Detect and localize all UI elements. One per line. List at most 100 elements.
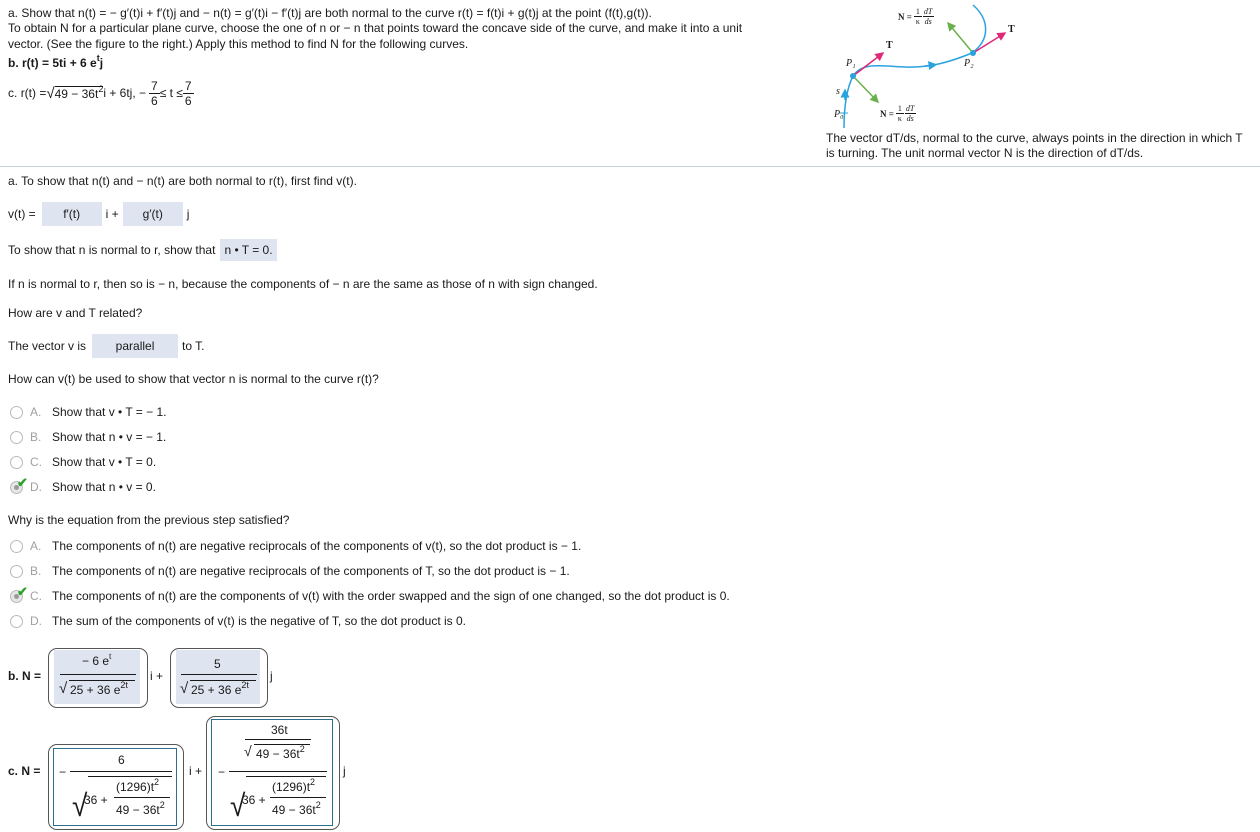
tangent-vector-p2 [972,32,1007,54]
frac-num: dT [905,104,915,113]
fraction-bar [245,739,311,740]
relation-question: How are v and T related? [8,306,143,320]
part-c-le: ≤ t ≤ [159,86,183,100]
checkmark-icon: ✔ [17,584,28,599]
part-b-label: b. [8,56,19,70]
part-c-j-suffix: j [343,764,346,778]
fraction: dT ds [904,104,916,123]
sup: 2 [315,800,321,810]
part-b-j-denominator: 25 + 36 e2t [191,680,249,697]
normal-label-bottom: N = 1κ dT ds [880,104,916,123]
show-normal-answer[interactable]: n • T = 0. [220,239,277,261]
text: 49 − 36t [116,803,160,817]
frac-den: κ [913,16,922,26]
frac-den: 6 [149,92,160,108]
option-text: The sum of the components of v(t) is the… [52,614,466,628]
relation-suffix: to T. [182,339,205,353]
sqrt-symbol: √ [59,680,68,697]
relation-answer[interactable]: parallel [92,334,179,358]
relation-prefix: The vector v is [8,339,87,353]
option-letter: D. [30,614,42,628]
fraction: 1κ [895,104,904,123]
fraction-bar [114,797,170,798]
radio-button[interactable] [10,406,23,419]
v-answer-j[interactable]: g′(t) [122,202,183,226]
part-c-sqrt: 49 − 36t2 [54,84,104,101]
part-c-i-sign: − [59,765,67,779]
sup: 2 [299,744,305,754]
part-b-curve: b. r(t) = 5ti + 6 etj [8,53,103,70]
part-c-i-den-36: 36 + [84,793,108,807]
part-c-label: c. [8,86,18,100]
text: (1296)t [116,780,155,794]
option-letter: A. [30,539,42,553]
radio-button[interactable] [10,431,23,444]
part-c-j-den-frac-num: (1296)t2 [272,777,315,794]
label-T2: T [1008,24,1015,35]
velocity-row: v(t) = f′(t) i + g′(t) j [8,202,189,226]
part-c-j-den-36: 36 + [242,793,266,807]
text: (1296)t [272,780,311,794]
normal-vector-p2 [947,21,974,54]
num-sup: t [109,651,112,661]
fraction-bar [270,797,326,798]
part-c-curve: c. r(t) = √ 49 − 36t2 i + 6tj, − 76 ≤ t ≤… [8,76,194,110]
fraction: 76 [182,78,194,108]
part-c-i-den-frac-num: (1296)t2 [116,777,160,794]
part-b-eq: r(t) = 5ti + 6 e [22,56,97,70]
den-text: 25 + 36 e [70,683,121,697]
part-b-label-N: b. N = [8,669,42,683]
den-sup: 2t [241,680,249,690]
fraction: 76 [149,79,160,108]
divider [0,166,1260,167]
part-c-i-suffix: i + [189,764,203,778]
sup: 2 [159,800,165,810]
sqrt-symbol: √ [46,84,55,102]
part-c-j-num-sqrt: 49 − 36t2 [256,744,305,761]
part-c-pre: r(t) = [20,86,47,100]
radio-button[interactable] [10,540,23,553]
part-c-j-den-frac-den: 49 − 36t2 [272,800,321,817]
part-c-sqrt-text: 49 − 36t [54,86,99,101]
frac-num: 1 [897,104,902,113]
question-2: Why is the equation from the previous st… [8,513,290,527]
fraction: dT ds [922,7,934,26]
v-i-label: i + [105,207,119,221]
neg-n-text: If n is normal to r, then so is − n, bec… [8,277,598,291]
part-c-j-num-top: 36t [271,723,288,737]
figure-caption-2: is turning. The unit normal vector N is … [826,146,1144,160]
sqrt-symbol: √ [180,680,189,697]
option-letter: D. [30,480,42,494]
show-normal-row: To show that n is normal to r, show that… [8,239,277,261]
den-sup: 2t [120,680,128,690]
option-text: The components of n(t) are negative reci… [52,539,582,553]
curve-arrow-mid [924,61,938,71]
part-b-i-suffix: i + [150,669,164,683]
v-label: v(t) = [8,207,36,221]
frac-num: 7 [184,78,192,93]
n-eq: N = [880,108,894,119]
radio-button[interactable] [10,565,23,578]
frac-den: 6 [182,92,194,108]
radio-button[interactable] [10,615,23,628]
sup: 2 [154,777,160,787]
part-b-i-numerator: − 6 et [82,651,112,668]
option-text: Show that n • v = − 1. [52,430,167,444]
checkmark-icon: ✔ [17,475,28,490]
relation-row: The vector v is parallel to T. [8,334,205,358]
section-a-intro: a. To show that n(t) and − n(t) are both… [8,174,357,188]
den-text: 25 + 36 e [191,683,242,697]
problem-line-1: a. Show that n(t) = − g′(t)i + f′(t)j an… [8,6,652,20]
problem-prefix: a. Show that [8,6,79,20]
radio-button[interactable] [10,456,23,469]
problem-line-3: vector. (See the figure to the right.) A… [8,37,469,51]
fraction-bar [229,771,327,772]
option-letter: C. [30,455,42,469]
part-c-i-numerator: 6 [118,753,125,767]
option-text: Show that n • v = 0. [52,480,156,494]
problem-line-2: To obtain N for a particular plane curve… [8,21,743,35]
v-answer-i[interactable]: f′(t) [41,202,102,226]
point-p1 [850,73,856,79]
option-letter: C. [30,589,42,603]
show-normal-prefix: To show that n is normal to r, show that [8,243,216,257]
